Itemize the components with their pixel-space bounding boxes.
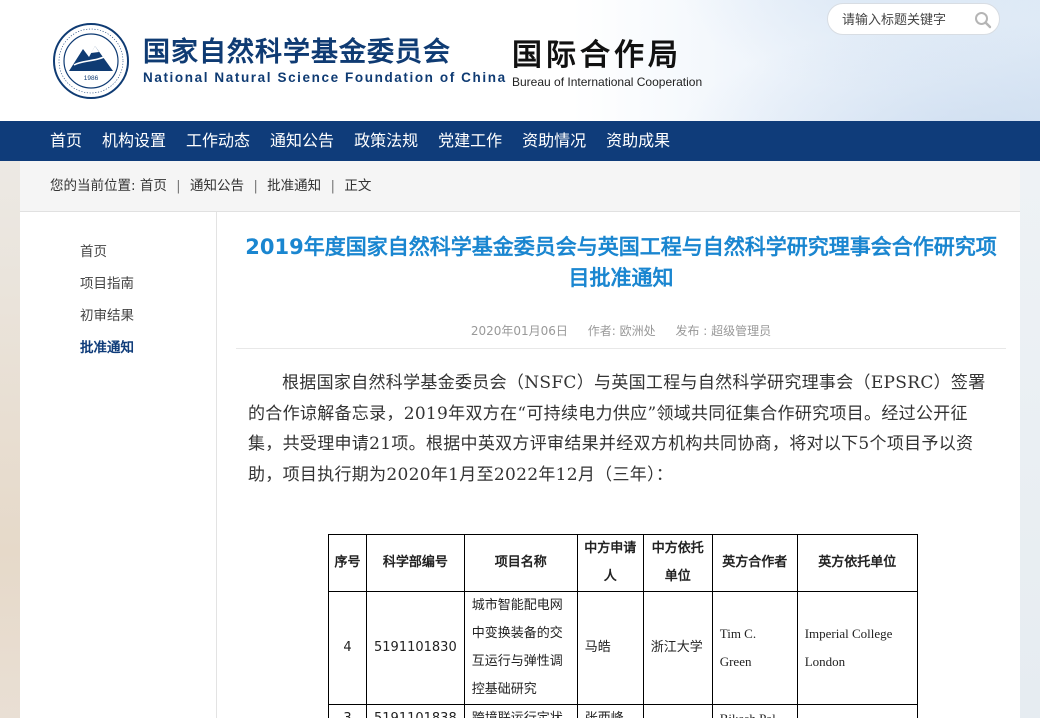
nsfc-logo[interactable]: 1986 [52,22,130,100]
breadcrumb-current: 正文 [344,178,372,194]
table-cell: 马皓 [576,591,644,705]
logo-year: 1986 [84,75,99,82]
nav-item-organization[interactable]: 机构设置 [92,121,176,161]
site-header: 1986 国家自然科学基金委员会 National Natural Scienc… [0,0,1040,121]
main-nav: 首页 机构设置 工作动态 通知公告 政策法规 党建工作 资助情况 资助成果 [0,121,1040,161]
bureau-name-cn: 国际合作局 [512,38,682,73]
table-cell: 跨境联运行定状 [463,704,578,718]
sidebar-item-approval[interactable]: 批准通知 [80,336,134,356]
nav-item-party-building[interactable]: 党建工作 [428,121,512,161]
background-decoration-left [0,161,20,718]
table-cell: 3 [328,704,367,718]
breadcrumb: 您的当前位置: 首页 | 通知公告 | 批准通知 | 正文 [20,161,1020,212]
sidebar-item-initial-review[interactable]: 初审结果 [80,304,134,324]
sidebar-item-guide[interactable]: 项目指南 [80,272,134,292]
table-cell: 5191101838 [366,704,465,718]
article-author: 作者: 欧洲处 [587,324,656,338]
table-cell: 浙江大学 [642,591,713,705]
table-cell: 城市智能配电网中变换装备的交互运行与弹性调控基础研究 [463,591,578,705]
org-name-cn: 国家自然科学基金委员会 [143,37,451,68]
nav-item-notices[interactable]: 通知公告 [260,121,344,161]
nav-item-policies[interactable]: 政策法规 [344,121,428,161]
table-cell: Tim C. Green [711,591,798,705]
table-cell [796,704,918,718]
search-input[interactable] [842,10,972,30]
nav-item-results[interactable]: 资助成果 [596,121,680,161]
org-name-en: National Natural Science Foundation of C… [143,70,507,85]
table-header-cell: 序号 [328,534,367,592]
table-header-row: 序号 科学部编号 项目名称 中方申请人 中方依托单位 英方合作者 英方依托单位 [328,534,918,592]
projects-table: 序号 科学部编号 项目名称 中方申请人 中方依托单位 英方合作者 英方依托单位 … [328,534,918,718]
sidebar: 首页 项目指南 初审结果 批准通知 [20,212,216,718]
nav-item-funding[interactable]: 资助情况 [512,121,596,161]
table-header-cell: 中方依托单位 [642,534,713,592]
table-header-cell: 中方申请人 [576,534,644,592]
table-row: 3 5191101838 跨境联运行定状 张西峰 Bikash Pal [328,704,918,718]
breadcrumb-prefix: 您的当前位置: [50,178,136,194]
table-header-cell: 项目名称 [463,534,578,592]
article-meta: 2020年01月06日 作者: 欧洲处 发布 : 超级管理员 [236,322,1006,339]
table-row: 4 5191101830 城市智能配电网中变换装备的交互运行与弹性调控基础研究 … [328,591,918,705]
meta-divider [236,348,1006,349]
table-header-cell: 英方依托单位 [796,534,918,592]
article: 2019年度国家自然科学基金委员会与英国工程与自然科学研究理事会合作研究项目批准… [236,212,1006,718]
breadcrumb-approval[interactable]: 批准通知 [267,178,321,194]
search-icon[interactable] [974,11,992,29]
bureau-name-en: Bureau of International Cooperation [512,75,703,89]
nav-item-home[interactable]: 首页 [40,121,92,161]
breadcrumb-home[interactable]: 首页 [140,178,167,194]
table-cell: 张西峰 [576,704,644,718]
article-publisher: 发布 : 超级管理员 [675,324,772,338]
breadcrumb-separator: | [253,178,258,194]
table-cell: 5191101830 [366,591,465,705]
table-cell [642,704,713,718]
table-header-cell: 科学部编号 [366,534,465,592]
breadcrumb-notices[interactable]: 通知公告 [190,178,244,194]
breadcrumb-separator: | [176,178,181,194]
table-cell: 4 [328,591,367,705]
table-cell: Imperial College London [796,591,918,705]
nav-item-news[interactable]: 工作动态 [176,121,260,161]
background-decoration-right [1020,161,1040,718]
table-header-cell: 英方合作者 [711,534,798,592]
breadcrumb-separator: | [330,178,336,194]
sidebar-item-home[interactable]: 首页 [80,240,107,260]
content-area: 首页 项目指南 初审结果 批准通知 2019年度国家自然科学基金委员会与英国工程… [20,212,1020,718]
article-date: 2020年01月06日 [470,324,568,338]
table-cell: Bikash Pal [711,704,798,718]
article-title: 2019年度国家自然科学基金委员会与英国工程与自然科学研究理事会合作研究项目批准… [245,235,997,290]
search-box [827,3,1000,35]
sidebar-divider [216,212,217,718]
article-body: 根据国家自然科学基金委员会（NSFC）与英国工程与自然科学研究理事会（EPSRC… [248,373,986,485]
